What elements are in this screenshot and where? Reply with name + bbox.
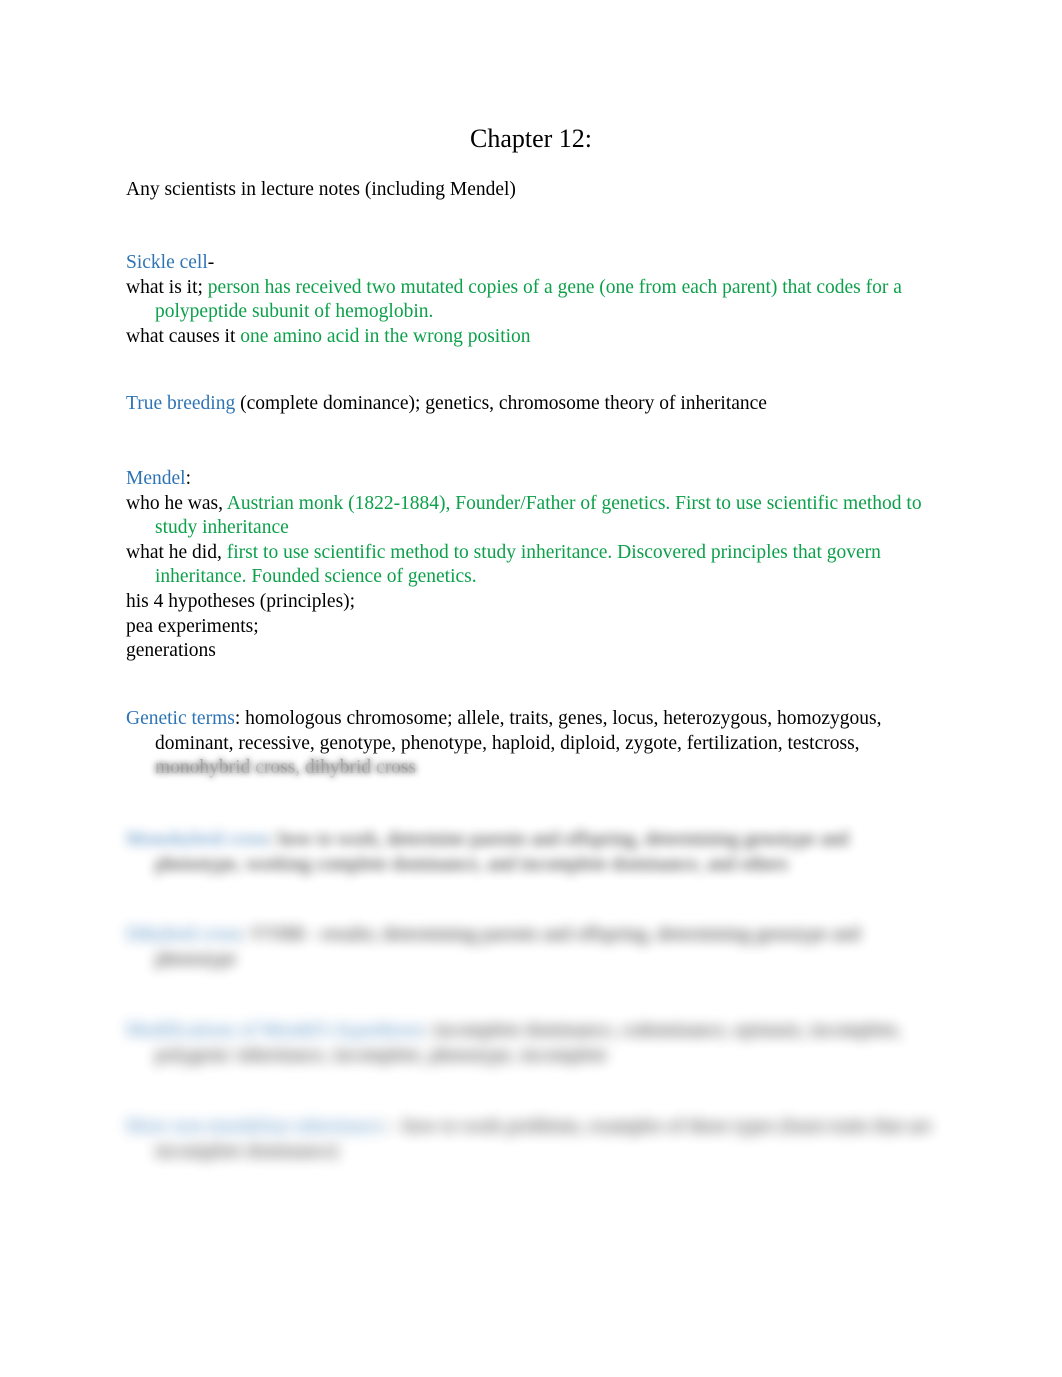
dihybrid-cross-line: Dihybrid cross: YYRR - results; determin…: [126, 923, 938, 972]
answer-what-is-it: person has received two mutated copies o…: [155, 276, 902, 323]
mendel-heading-suffix: :: [185, 468, 191, 489]
non-mendelian-line: More non-mendelian inheritance: - how to…: [126, 1115, 938, 1164]
section-monohybrid-cross-obscured: Monohybrid cross: how to work, determine…: [126, 828, 938, 877]
section-modifications-obscured: Modifications of Mendel's hypotheses: in…: [126, 1019, 938, 1068]
section-dihybrid-cross-obscured: Dihybrid cross: YYRR - results; determin…: [126, 923, 938, 972]
modifications-heading: Modifications of Mendel's hypotheses: [126, 1020, 424, 1041]
modifications-line: Modifications of Mendel's hypotheses: in…: [126, 1019, 938, 1068]
prompt-what-is-it: what is it;: [126, 276, 203, 298]
answer-who-he-was: Austrian monk (1822-1884), Founder/Fathe…: [155, 492, 922, 539]
mendel-what-he-did: what he did, first to use scientific met…: [126, 541, 938, 590]
section-mendel: Mendel: who he was, Austrian monk (1822-…: [126, 467, 938, 664]
sickle-cell-heading: Sickle cell: [126, 252, 208, 273]
true-breeding-trailing: (complete dominance); genetics, chromoso…: [235, 393, 767, 414]
mendel-generations-line: generations: [126, 640, 216, 662]
genetic-terms-heading: Genetic terms: [126, 708, 235, 729]
dihybrid-cross-body: : YYRR - results; determining parents an…: [155, 924, 861, 970]
sickle-cell-heading-suffix: -: [207, 252, 215, 273]
dihybrid-cross-heading: Dihybrid cross: [126, 924, 242, 945]
intro-line: Any scientists in lecture notes (includi…: [126, 179, 516, 200]
non-mendelian-heading: More non-mendelian inheritance: [126, 1116, 382, 1137]
prompt-who-he-was: who he was,: [126, 492, 223, 514]
sickle-cell-what-is-it: what is it; person has received two muta…: [126, 276, 938, 325]
answer-what-he-did: first to use scientific method to study …: [155, 541, 881, 588]
document-page: Chapter 12: Any scientists in lecture no…: [0, 0, 1062, 1377]
mendel-hypotheses-line: his 4 hypotheses (principles);: [126, 590, 356, 612]
mendel-pea-experiments-line: pea experiments;: [126, 615, 259, 637]
prompt-what-he-did: what he did,: [126, 541, 222, 563]
page-title: Chapter 12:: [469, 124, 593, 153]
mendel-who-he-was: who he was, Austrian monk (1822-1884), F…: [126, 492, 938, 541]
prompt-what-causes-it: what causes it: [126, 325, 236, 347]
monohybrid-cross-heading: Monohybrid cross: [126, 829, 269, 850]
mendel-heading: Mendel: [126, 468, 186, 489]
true-breeding-line: True breeding (complete dominance); gene…: [126, 392, 938, 417]
answer-what-causes-it: one amino acid in the wrong position: [235, 325, 531, 347]
section-non-mendelian-obscured: More non-mendelian inheritance: - how to…: [126, 1115, 938, 1164]
mendel-heading-line: Mendel:: [126, 467, 938, 492]
true-breeding-heading: True breeding: [126, 393, 236, 414]
section-true-breeding: True breeding (complete dominance); gene…: [126, 392, 938, 417]
genetic-terms-obscured-tail: Genetic terms: homologous chromosome; al…: [126, 756, 938, 782]
monohybrid-cross-line: Monohybrid cross: how to work, determine…: [126, 828, 938, 877]
sickle-cell-what-causes-it: what causes it one amino acid in the wro…: [126, 325, 938, 350]
intro-paragraph: Any scientists in lecture notes (includi…: [126, 178, 938, 203]
sickle-cell-heading-line: Sickle cell-: [126, 251, 938, 276]
section-sickle-cell: Sickle cell- what is it; person has rece…: [126, 251, 938, 349]
